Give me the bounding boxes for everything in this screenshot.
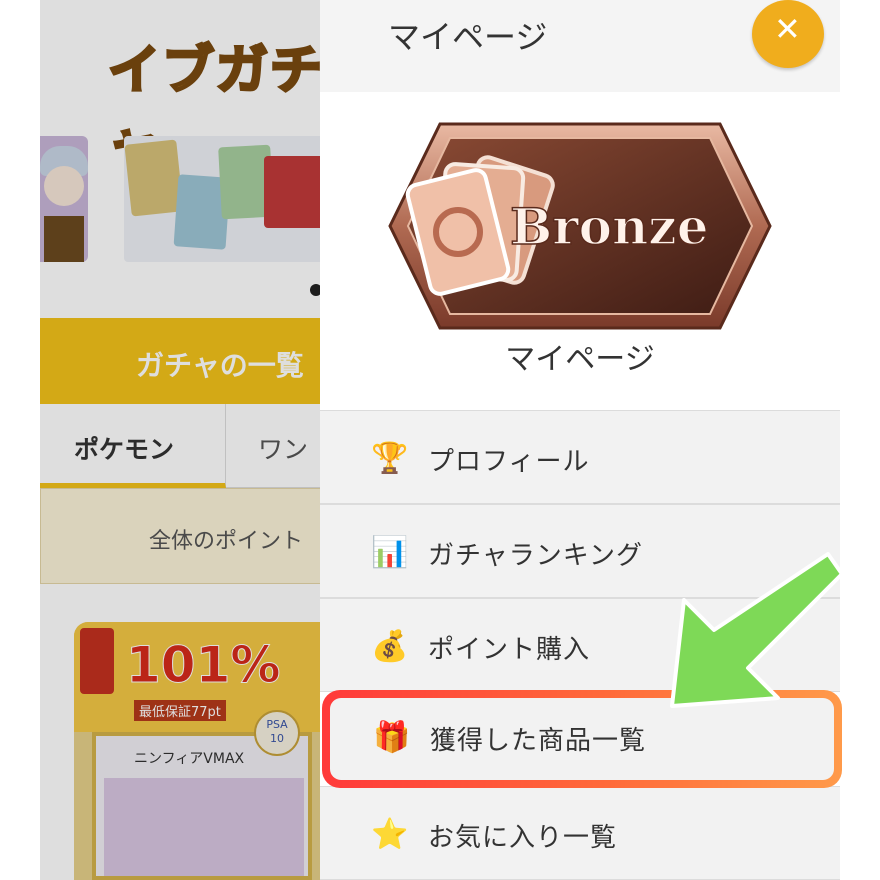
overlay-dim[interactable] [40, 0, 320, 880]
drawer-title: マイページ [388, 18, 548, 56]
mypage-link[interactable]: マイページ [320, 334, 840, 378]
gift-icon: 🎁 [373, 720, 411, 755]
menu-item-label: ポイント購入 [428, 635, 591, 665]
close-button[interactable]: ✕ [752, 0, 824, 68]
pointer-arrow [670, 552, 844, 708]
menu-item-label: プロフィール [428, 447, 590, 477]
money-bag-icon: 💰 [371, 629, 409, 664]
menu-item-label: ガチャランキング [428, 541, 643, 571]
rank-badge-text: Bronze [510, 197, 709, 256]
star-icon: ⭐ [371, 817, 409, 852]
bar-chart-icon: 📊 [371, 535, 409, 570]
close-icon: ✕ [774, 10, 801, 48]
menu-item-label: お気に入り一覧 [428, 823, 618, 853]
menu-item-profile[interactable]: 🏆 プロフィール [320, 410, 840, 504]
menu-item-favorites[interactable]: ⭐ お気に入り一覧 [320, 786, 840, 880]
menu-item-label: 獲得した商品一覧 [430, 726, 647, 756]
trophy-icon: 🏆 [371, 441, 409, 476]
bronze-rank-badge: Bronze [388, 122, 772, 330]
drawer-header: マイページ ✕ [320, 0, 840, 92]
